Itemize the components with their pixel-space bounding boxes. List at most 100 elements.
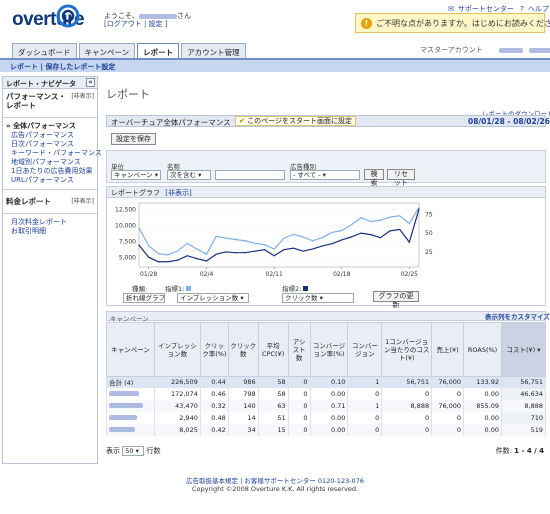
- impressions-point: [196, 248, 198, 250]
- sidebar-item-daily-cost[interactable]: 1日あたりの広告費用効果: [3, 167, 97, 176]
- unit-select[interactable]: キャンペーン ▾: [111, 170, 161, 180]
- sub-navigation[interactable]: レポート | 保存したレポート設定: [0, 58, 550, 72]
- campaign-name-cell[interactable]: [106, 387, 155, 400]
- col-ctr[interactable]: クリック率(%): [199, 322, 229, 377]
- filter-panel: 単位 キャンペーン ▾ 名称 次を含む ▾ 広告種別 - すべて - ▾ 検索 …: [106, 150, 546, 187]
- graph-type-select[interactable]: 折れ線グラフ ▾: [123, 293, 165, 303]
- graph-type-label: 種類:: [132, 285, 148, 293]
- clicks-point: [312, 248, 314, 250]
- name-match-select[interactable]: 次を含む ▾: [167, 170, 211, 180]
- col-conversion-rate[interactable]: コンバージョン率(%): [309, 322, 349, 377]
- impressions-point: [205, 253, 208, 255]
- tab-report[interactable]: レポート: [137, 43, 180, 59]
- campaign-name-redacted[interactable]: [109, 390, 139, 396]
- y-left-tick-label: 10,000: [115, 222, 136, 229]
- per-page-select[interactable]: 50 ▾: [122, 446, 145, 456]
- table-cell: 0: [347, 423, 383, 436]
- logout-settings-links[interactable]: [ログアウト | 設定 ]: [104, 19, 168, 29]
- campaign-name-cell[interactable]: [106, 411, 155, 424]
- customize-columns-link[interactable]: 表示列をカスタマイズ: [485, 311, 550, 321]
- impressions-point: [302, 236, 304, 238]
- table-cell: 0: [431, 387, 465, 400]
- tab-account[interactable]: アカウント管理: [181, 43, 246, 58]
- notice-banner[interactable]: ! ご不明な点がありますか。はじめにお読みください。: [355, 13, 550, 33]
- reset-button[interactable]: リセット: [387, 169, 415, 187]
- campaign-name-cell[interactable]: [106, 423, 155, 436]
- col-roas[interactable]: ROAS(%): [463, 322, 503, 377]
- performance-section: パフォーマンス・レポート [非表示]: [3, 89, 97, 113]
- impressions-point: [234, 238, 237, 241]
- tab-campaign[interactable]: キャンペーン: [78, 43, 136, 58]
- line-chart: 12,500 10,000 7,500 5,000 75 50 25 01/28 02/4 02/…: [115, 202, 433, 278]
- adtype-select[interactable]: - すべて - ▾: [290, 170, 360, 180]
- table-cell: 8,888: [501, 399, 546, 412]
- sidebar-item-monthly-fee[interactable]: 月次料金レポート: [3, 218, 97, 227]
- collapse-icon[interactable]: «: [86, 78, 95, 87]
- sidebar-item-daily[interactable]: 日次パフォーマンス: [3, 140, 97, 149]
- sidebar-item-overall[interactable]: » 全体パフォーマンス: [3, 122, 97, 131]
- clicks-point: [215, 253, 217, 255]
- campaign-name-cell[interactable]: [106, 399, 155, 412]
- date-range-link[interactable]: 08/01/28 - 08/02/26: [468, 117, 550, 126]
- col-clicks[interactable]: クリック数: [227, 322, 259, 377]
- performance-section-title: パフォーマンス・レポート: [6, 92, 66, 110]
- table-cell: 34: [227, 423, 259, 436]
- x-tick-label: 02/18: [333, 271, 350, 278]
- campaign-name-redacted[interactable]: [109, 426, 135, 432]
- table-cell: 58: [257, 387, 289, 400]
- sidebar-item-url[interactable]: URLパフォーマンス: [3, 176, 97, 185]
- save-settings-button[interactable]: 設定を保存: [111, 133, 156, 145]
- x-tick-label: 01/28: [140, 271, 157, 278]
- campaign-table: キャンペーン インプレッション数 クリック率(%) クリック数 平均CPC(¥)…: [106, 322, 546, 436]
- col-avg-cpc[interactable]: 平均CPC(¥): [257, 322, 289, 377]
- sidebar-item-keyword[interactable]: キーワード・パフォーマンス: [3, 149, 102, 158]
- col-sales[interactable]: 売上(¥): [431, 322, 465, 377]
- search-button[interactable]: 検索: [364, 169, 384, 187]
- campaign-name-redacted[interactable]: [109, 414, 137, 420]
- col-assists[interactable]: アシスト数: [287, 322, 311, 377]
- fee-hide-link[interactable]: [非表示]: [71, 197, 94, 206]
- metric1-label: 指標1:: [165, 283, 192, 293]
- account-select-redacted[interactable]: [529, 47, 550, 53]
- x-tick-label: 02/4: [200, 271, 214, 278]
- alert-icon: !: [361, 18, 372, 29]
- table-cell: 133.92: [463, 376, 503, 388]
- per-page-label: 表示: [106, 447, 120, 455]
- impressions-point: [389, 216, 391, 218]
- clicks-point: [302, 250, 304, 252]
- notice-text[interactable]: ご不明な点がありますか。はじめにお読みください。: [376, 19, 550, 28]
- sidebar-item-ads[interactable]: 広告パフォーマンス: [3, 131, 97, 140]
- footer-links[interactable]: 広告取扱基本規定 | お客様サポートセンター 0120-123-076: [0, 477, 550, 485]
- tab-dashboard[interactable]: ダッシュボード: [12, 43, 77, 58]
- table-cell: 14: [227, 411, 259, 424]
- sidebar-item-transactions[interactable]: お取引明細: [3, 227, 97, 236]
- impressions-point: [244, 240, 246, 242]
- performance-hide-link[interactable]: [非表示]: [71, 92, 94, 101]
- graph-hide-link[interactable]: [非表示]: [165, 189, 191, 197]
- set-start-page-button[interactable]: ✔ このページをスタート画面に設定: [235, 116, 356, 126]
- metric1-select[interactable]: インプレッション数 ▾: [177, 293, 249, 303]
- col-cost[interactable]: コスト(¥) ▾: [501, 322, 546, 377]
- col-campaign[interactable]: キャンペーン: [106, 322, 155, 377]
- impressions-point: [177, 250, 179, 252]
- metric2-select[interactable]: クリック数 ▾: [282, 293, 354, 303]
- table-cell: 56,751: [381, 376, 433, 388]
- impressions-point: [167, 254, 169, 256]
- table-row: 2,940 0.48 14 51 0 0.00 0 0 0 0.00 710: [106, 411, 546, 424]
- support-center-link[interactable]: サポートセンター: [458, 5, 514, 13]
- update-graph-button[interactable]: グラフの更新: [373, 291, 419, 309]
- username-redacted: [139, 13, 177, 19]
- y-left-tick-label: 5,000: [119, 254, 136, 261]
- impressions-point: [408, 222, 410, 225]
- name-input[interactable]: [215, 170, 285, 180]
- campaign-name-redacted[interactable]: [109, 402, 143, 408]
- col-cost-per-conversion[interactable]: 1コンバージョン当たりのコスト(¥): [381, 322, 433, 377]
- table-cell: 0.48: [199, 411, 229, 424]
- sidebar-item-region[interactable]: 地域別パフォーマンス: [3, 158, 97, 167]
- impressions-point: [418, 206, 420, 209]
- help-link[interactable]: ヘルプ: [528, 5, 549, 13]
- col-impressions[interactable]: インプレッション数: [153, 322, 201, 377]
- table-cell: 172,074: [153, 387, 201, 400]
- clicks-point: [234, 252, 237, 254]
- col-conversions[interactable]: コンバージョン: [347, 322, 383, 377]
